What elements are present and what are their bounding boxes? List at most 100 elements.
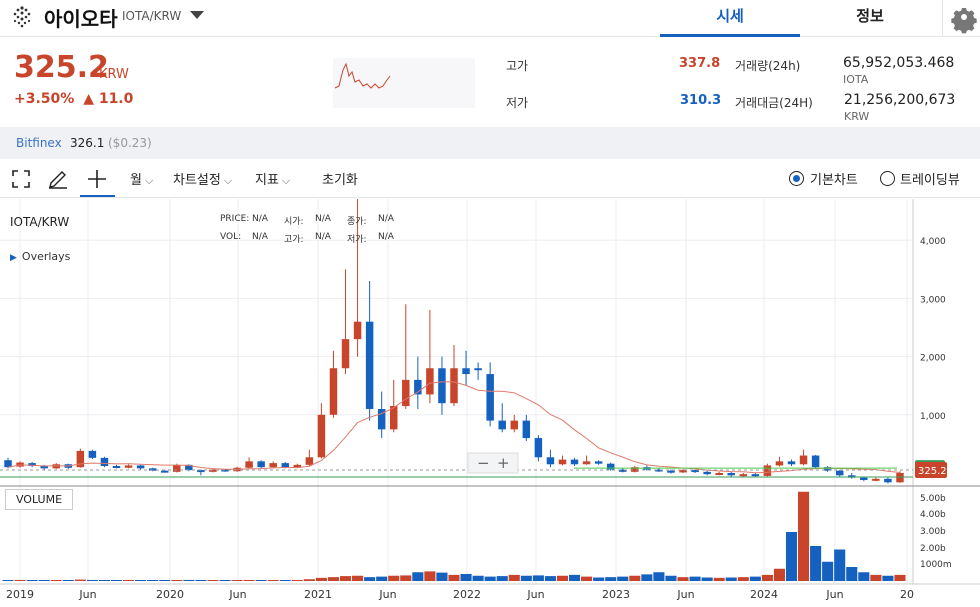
coin-select-dropdown-icon[interactable]: [190, 11, 204, 19]
high-value: 337.8: [679, 56, 721, 71]
zoom-in-button: +: [497, 454, 510, 472]
period-dropdown[interactable]: 월 ⌵: [130, 169, 153, 188]
volume-bar: [484, 576, 496, 581]
x-tick-label: 2023: [602, 588, 630, 601]
volume-bar: [761, 574, 773, 581]
volume-bar: [2, 580, 14, 581]
volume-bar: [894, 574, 906, 581]
candle-body: [160, 470, 169, 473]
volume-tick-label: 4.00b: [920, 510, 946, 520]
candle-body: [546, 457, 555, 465]
candle-body: [257, 461, 265, 468]
volume-bar: [677, 577, 689, 581]
info-open-label: 시가:: [284, 217, 304, 227]
candle-body: [582, 461, 591, 465]
candle-body: [510, 420, 519, 430]
volume-value: 65,952,053.468 IOTA: [843, 55, 955, 86]
volume-bar: [641, 574, 653, 581]
reset-button[interactable]: 초기화: [322, 169, 358, 188]
overlays-toggle[interactable]: ▶ Overlays: [10, 250, 70, 263]
volume-tick-label: 1000m: [920, 560, 952, 570]
volume-bar: [556, 575, 569, 581]
candle-body: [329, 368, 338, 415]
volume-bar: [147, 580, 159, 581]
volume-bar: [400, 575, 412, 581]
y-tick-label: 3,000: [920, 295, 946, 305]
info-close-label: 종가:: [347, 217, 367, 227]
tradingview-radio[interactable]: [880, 171, 895, 186]
indicator-dropdown[interactable]: 지표 ⌵: [255, 169, 290, 188]
info-vol-label: VOL:: [220, 232, 242, 242]
tradingview-label[interactable]: 트레이딩뷰: [900, 169, 960, 188]
x-tick-label: 2021: [304, 588, 332, 601]
volume-bar: [798, 491, 810, 581]
volume-bar: [822, 561, 834, 581]
candle-body: [426, 368, 434, 395]
candle-body: [305, 457, 314, 465]
chart-settings-dropdown[interactable]: 차트설정 ⌵: [173, 169, 232, 188]
candle-body: [896, 473, 904, 483]
candle-body: [462, 368, 470, 375]
candle-body: [438, 368, 446, 404]
volume-bar: [279, 580, 291, 581]
volume-bar: [701, 577, 713, 581]
basic-chart-radio[interactable]: [789, 171, 804, 186]
candle-body: [763, 465, 772, 476]
crosshair-icon[interactable]: [85, 167, 109, 191]
exchange-bar: Bitfinex 326.1 ($0.23): [0, 127, 980, 159]
candle-body: [486, 374, 494, 421]
fullscreen-icon[interactable]: [9, 167, 33, 191]
tab-quote[interactable]: 시세: [660, 0, 800, 37]
exchange-name[interactable]: Bitfinex: [16, 136, 62, 150]
volume-bar: [50, 580, 62, 581]
candle-body: [835, 470, 844, 476]
candle-body: [799, 455, 808, 465]
candle-body: [498, 420, 506, 430]
info-price-label: PRICE:: [220, 214, 250, 224]
volume-bar: [339, 576, 352, 581]
candle-body: [88, 450, 97, 458]
candle-body: [269, 463, 277, 468]
volume-bar: [520, 575, 532, 581]
basic-chart-label[interactable]: 기본차트: [810, 169, 858, 188]
x-tick-label: 2022: [453, 588, 481, 601]
x-tick-label: 2019: [6, 588, 34, 601]
volume-bar: [568, 574, 581, 581]
volume-bar: [26, 580, 38, 581]
volume-bar: [255, 580, 267, 581]
candlestick-chart[interactable]: 1,000 2,000 3,000 4,000 1000m 2.00b 3.00b 4.00b…: [0, 187, 980, 603]
volume-bar: [846, 567, 858, 581]
x-tick-label: 2024: [750, 588, 778, 601]
volume-bar: [352, 575, 364, 581]
header: 아이오타 IOTA/KRW 시세 정보: [0, 0, 980, 37]
x-tick-label: Jun: [825, 588, 843, 601]
volume-bar: [593, 577, 605, 581]
volume-bar: [123, 580, 135, 581]
current-price: 325.2: [14, 50, 109, 85]
change-amount: ▲ 11.0: [83, 91, 134, 107]
settings-button[interactable]: [942, 0, 980, 37]
candle-body: [245, 461, 253, 468]
volume-bar: [98, 580, 110, 581]
volume-bar: [665, 575, 677, 581]
tab-info[interactable]: 정보: [800, 0, 940, 37]
volume-bar: [629, 575, 641, 581]
x-tick-label: Jun: [676, 588, 694, 601]
pencil-icon[interactable]: [46, 167, 70, 191]
volume-bar: [267, 580, 279, 581]
exchange-price: 326.1: [70, 136, 105, 150]
candle-body: [474, 368, 482, 371]
volume-bar: [86, 579, 98, 581]
candle-body: [522, 420, 531, 439]
price-chart[interactable]: 1,000 2,000 3,000 4,000 1000m 2.00b 3.00b 4.00b…: [0, 187, 980, 603]
volume-bar: [195, 580, 207, 581]
volume-panel-label: VOLUME: [5, 489, 73, 510]
volume-bar: [62, 580, 74, 581]
volume-tick-label: 2.00b: [920, 544, 946, 554]
volume-bar: [689, 576, 701, 581]
volume-bar: [544, 576, 556, 581]
volume-bar: [725, 577, 737, 581]
y-tick-label: 2,000: [920, 354, 946, 364]
volume-bar: [737, 577, 749, 581]
volume-tick-label: 3.00b: [920, 527, 946, 537]
